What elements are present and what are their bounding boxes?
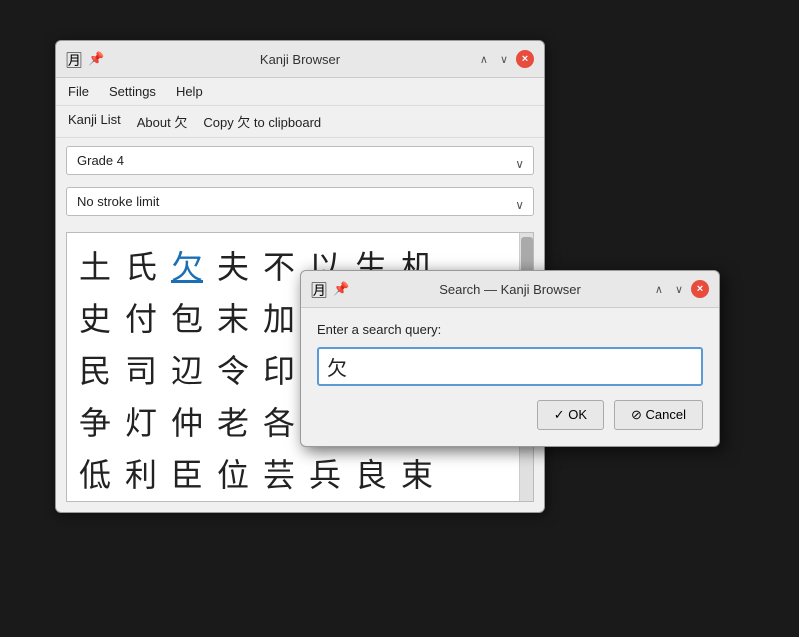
kanji-加[interactable]: 加	[261, 295, 297, 343]
kanji-不[interactable]: 不	[261, 243, 297, 291]
pin-icon[interactable]: 📌	[88, 51, 104, 67]
search-minimize-button[interactable]: ∧	[651, 281, 667, 298]
menu-help[interactable]: Help	[174, 83, 205, 100]
kanji-良[interactable]: 良	[353, 451, 389, 499]
kanji-辺[interactable]: 辺	[169, 347, 205, 395]
search-maximize-button[interactable]: ∨	[671, 281, 687, 298]
app-icon: 🈷	[66, 47, 82, 71]
kanji-位[interactable]: 位	[215, 451, 251, 499]
search-pin-icon[interactable]: 📌	[333, 281, 349, 297]
kanji-兵[interactable]: 兵	[307, 451, 343, 499]
kanji-付[interactable]: 付	[123, 295, 159, 343]
kanji-灯[interactable]: 灯	[123, 399, 159, 447]
toolbar-copy-clipboard[interactable]: Copy 欠 to clipboard	[201, 111, 323, 132]
search-cancel-button[interactable]: ⊘ Cancel	[614, 400, 703, 430]
search-buttons: ✓ OK ⊘ Cancel	[317, 400, 703, 430]
kanji-包[interactable]: 包	[169, 295, 205, 343]
search-close-button[interactable]: ×	[691, 280, 709, 298]
stroke-dropdown[interactable]: No stroke limit	[66, 187, 534, 216]
kanji-争[interactable]: 争	[77, 399, 113, 447]
search-dialog-title: Search — Kanji Browser	[439, 282, 581, 297]
search-title-left: 🈷 📌	[311, 277, 349, 301]
kanji-各[interactable]: 各	[261, 399, 297, 447]
search-title-controls: ∧ ∨ ×	[651, 280, 709, 298]
search-prompt-label: Enter a search query:	[317, 322, 703, 337]
grade-dropdown-wrapper: Grade 4	[66, 146, 534, 181]
title-bar-left: 🈷 📌	[66, 47, 104, 71]
search-title-bar: 🈷 📌 Search — Kanji Browser ∧ ∨ ×	[301, 271, 719, 308]
search-app-icon: 🈷	[311, 277, 327, 301]
kanji-令[interactable]: 令	[215, 347, 251, 395]
kanji-印[interactable]: 印	[261, 347, 297, 395]
kanji-氏[interactable]: 氏	[123, 243, 159, 291]
kanji-欠[interactable]: 欠	[169, 243, 205, 291]
menu-file[interactable]: File	[66, 83, 91, 100]
toolbar: Kanji List About 欠 Copy 欠 to clipboard	[56, 106, 544, 138]
search-body: Enter a search query: ✓ OK ⊘ Cancel	[301, 308, 719, 446]
kanji-司[interactable]: 司	[123, 347, 159, 395]
kanji-土[interactable]: 土	[77, 243, 113, 291]
toolbar-kanji-list[interactable]: Kanji List	[66, 111, 123, 132]
menu-bar: File Settings Help	[56, 78, 544, 106]
main-title-bar: 🈷 📌 Kanji Browser ∧ ∨ ×	[56, 41, 544, 78]
kanji-臣[interactable]: 臣	[169, 451, 205, 499]
kanji-老[interactable]: 老	[215, 399, 251, 447]
menu-settings[interactable]: Settings	[107, 83, 158, 100]
search-ok-button[interactable]: ✓ OK	[537, 400, 604, 430]
search-input[interactable]	[317, 347, 703, 386]
kanji-芸[interactable]: 芸	[261, 451, 297, 499]
dropdown-container: Grade 4 No stroke limit	[56, 138, 544, 232]
search-dialog: 🈷 📌 Search — Kanji Browser ∧ ∨ × Enter a…	[300, 270, 720, 447]
minimize-button[interactable]: ∧	[476, 51, 492, 68]
title-bar-controls: ∧ ∨ ×	[476, 50, 534, 68]
kanji-低[interactable]: 低	[77, 451, 113, 499]
kanji-束[interactable]: 束	[399, 451, 435, 499]
kanji-利[interactable]: 利	[123, 451, 159, 499]
grade-dropdown[interactable]: Grade 4	[66, 146, 534, 175]
kanji-末[interactable]: 末	[215, 295, 251, 343]
kanji-夫[interactable]: 夫	[215, 243, 251, 291]
kanji-row-5: 低 利 臣 位 芸 兵 良 束	[77, 451, 509, 499]
maximize-button[interactable]: ∨	[496, 51, 512, 68]
kanji-民[interactable]: 民	[77, 347, 113, 395]
main-window-title: Kanji Browser	[260, 52, 340, 67]
close-button[interactable]: ×	[516, 50, 534, 68]
kanji-史[interactable]: 史	[77, 295, 113, 343]
kanji-仲[interactable]: 仲	[169, 399, 205, 447]
stroke-dropdown-wrapper: No stroke limit	[66, 187, 534, 222]
toolbar-about[interactable]: About 欠	[135, 111, 190, 132]
